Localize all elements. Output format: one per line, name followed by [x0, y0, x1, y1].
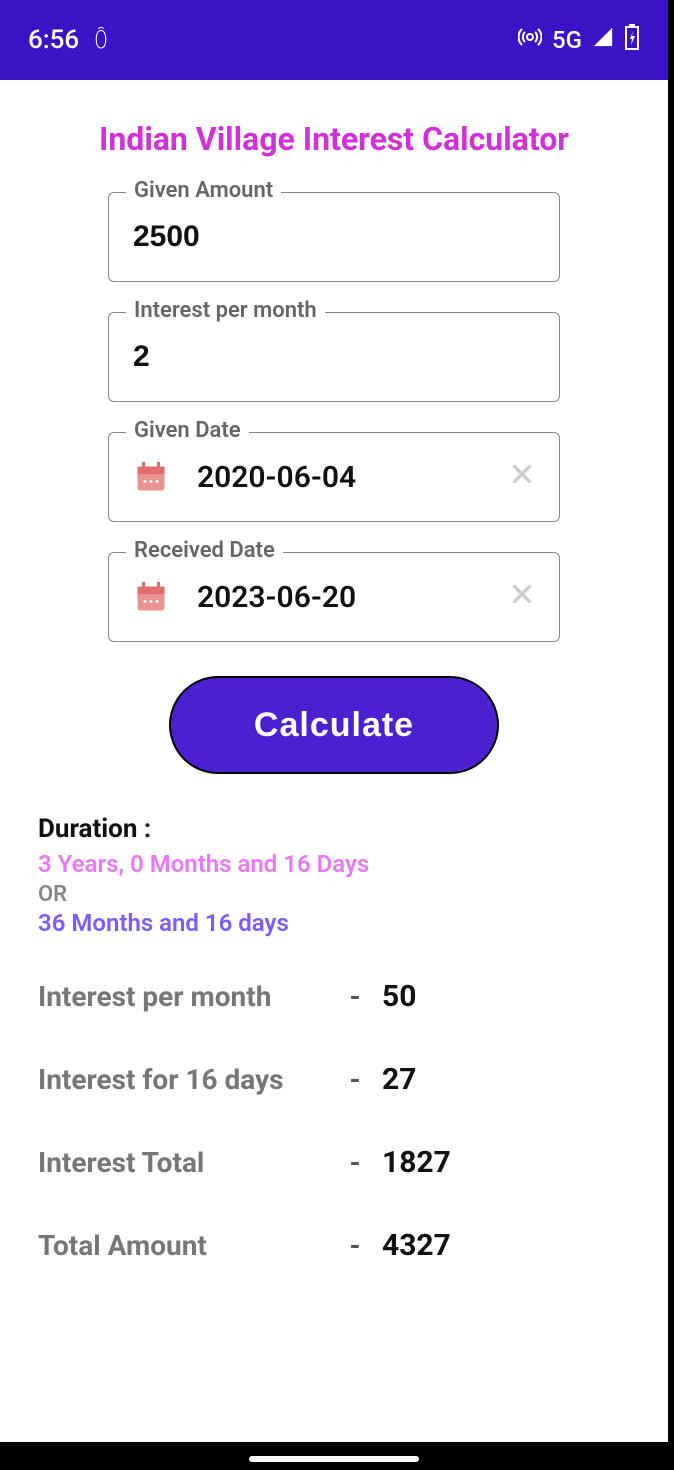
result-dash: - [328, 1146, 382, 1179]
received-date-field: Received Date 2023-06-20 [108, 552, 560, 642]
calendar-icon[interactable] [133, 459, 169, 495]
battery-icon [624, 24, 640, 57]
results-section: Duration : 3 Years, 0 Months and 16 Days… [38, 814, 630, 1263]
result-row: Interest Total - 1827 [38, 1145, 630, 1180]
result-value: 1827 [382, 1145, 451, 1180]
given-date-field: Given Date 2020-06-04 [108, 432, 560, 522]
status-app-icon: ꄱ [93, 27, 109, 53]
duration-or: OR [38, 882, 630, 907]
app-screen: 6:56 ꄱ 5G Indian Village Interest Calcul… [0, 0, 668, 1470]
duration-md: 36 Months and 16 days [38, 909, 630, 937]
network-label: 5G [552, 26, 582, 54]
received-date-value[interactable]: 2023-06-20 [197, 580, 481, 615]
given-date-label: Given Date [126, 418, 249, 443]
result-label: Interest Total [38, 1146, 328, 1179]
clear-given-date-icon[interactable] [509, 460, 535, 495]
result-dash: - [328, 1229, 382, 1262]
result-row: Total Amount - 4327 [38, 1228, 630, 1263]
given-amount-field: Given Amount [108, 192, 560, 282]
received-date-label: Received Date [126, 538, 283, 563]
calendar-icon[interactable] [133, 579, 169, 615]
interest-field: Interest per month [108, 312, 560, 402]
interest-input[interactable] [133, 340, 535, 374]
page-title: Indian Village Interest Calculator [38, 120, 630, 158]
result-label: Interest per month [38, 980, 328, 1013]
interest-label: Interest per month [126, 298, 325, 323]
result-dash: - [328, 1063, 382, 1096]
result-value: 50 [382, 979, 416, 1014]
result-row: Interest per month - 50 [38, 979, 630, 1014]
given-amount-input[interactable] [133, 220, 535, 254]
result-dash: - [328, 980, 382, 1013]
result-value: 27 [382, 1062, 416, 1097]
result-value: 4327 [382, 1228, 451, 1263]
hotspot-icon [518, 25, 542, 56]
given-date-value[interactable]: 2020-06-04 [197, 460, 481, 495]
given-amount-label: Given Amount [126, 178, 281, 203]
duration-ymd: 3 Years, 0 Months and 16 Days [38, 850, 630, 878]
nav-bar [0, 1442, 668, 1470]
result-row: Interest for 16 days - 27 [38, 1062, 630, 1097]
signal-icon [592, 25, 614, 55]
status-time: 6:56 [28, 25, 79, 55]
result-label: Total Amount [38, 1229, 328, 1262]
status-bar: 6:56 ꄱ 5G [0, 0, 668, 80]
clear-received-date-icon[interactable] [509, 580, 535, 615]
calculate-button[interactable]: Calculate [169, 676, 499, 774]
result-label: Interest for 16 days [38, 1063, 328, 1096]
duration-label: Duration : [38, 814, 630, 844]
screen-edge [668, 0, 674, 1470]
home-indicator[interactable] [249, 1456, 419, 1462]
